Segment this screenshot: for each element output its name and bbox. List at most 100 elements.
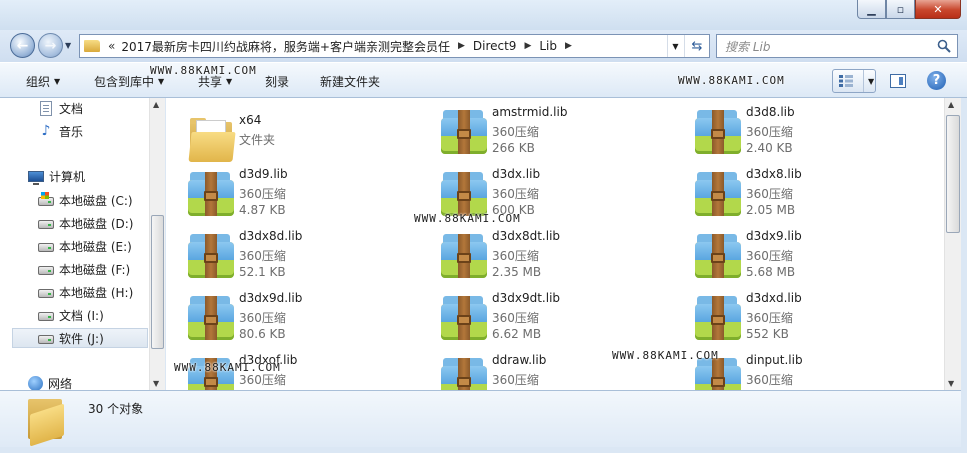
navigation-pane: 文档 ♪ 音乐 计算机 本地磁盘 (C:) 本地磁盘 (D:) 本地磁盘 (E:… [0, 98, 165, 390]
forward-arrow-icon: → [44, 37, 57, 54]
search-input[interactable]: 搜索 Lib [716, 34, 958, 58]
file-item[interactable]: x64 文件夹 [186, 110, 426, 168]
nav-item-drive-f[interactable]: 本地磁盘 (F:) [38, 259, 130, 279]
preview-pane-icon[interactable] [890, 74, 906, 88]
network-globe-icon [28, 375, 43, 390]
nav-scrollbar-thumb[interactable] [151, 215, 164, 349]
file-item[interactable]: d3dx8dt.lib 360压缩 2.35 MB [439, 226, 679, 284]
breadcrumb-item[interactable]: 2017最新房卡四川约战麻将，服务端+客户端亲测完整会员任 [121, 38, 450, 55]
folder-icon [28, 397, 64, 447]
file-name: d3dx9d.lib [239, 291, 303, 305]
address-history-dropdown[interactable]: ▼ [667, 35, 683, 57]
scroll-up-arrow-icon[interactable]: ▲ [153, 100, 159, 109]
file-type: 360压缩 [492, 125, 539, 139]
file-list-scrollbar[interactable]: ▲ ▼ [944, 98, 961, 390]
maximize-button[interactable]: ▫ [886, 0, 915, 19]
file-item[interactable]: d3dx8.lib 360压缩 2.05 MB [693, 164, 933, 222]
file-item[interactable]: d3d9.lib 360压缩 4.87 KB [186, 164, 426, 222]
watermark-text: WWW.88KAMI.COM [150, 64, 257, 77]
hard-drive-icon [38, 242, 54, 252]
breadcrumb-chevron-icon[interactable]: ▶ [565, 41, 572, 51]
refresh-button[interactable]: ⇆ [684, 35, 709, 57]
address-bar[interactable]: « 2017最新房卡四川约战麻将，服务端+客户端亲测完整会员任 ▶ Direct… [79, 34, 710, 58]
nav-item-computer[interactable]: 计算机 [28, 166, 85, 186]
file-size: 6.62 MB [492, 327, 542, 341]
hard-drive-icon [38, 265, 54, 275]
nav-item-label: 文档 [59, 101, 84, 116]
address-row: ← → ▼ « 2017最新房卡四川约战麻将，服务端+客户端亲测完整会员任 ▶ … [0, 30, 967, 62]
nav-item-label: 本地磁盘 (E:) [59, 239, 132, 254]
file-type: 360压缩 [239, 311, 286, 325]
scroll-down-arrow-icon[interactable]: ▼ [948, 379, 954, 388]
nav-item-drive-c[interactable]: 本地磁盘 (C:) [38, 190, 133, 210]
breadcrumb-overflow[interactable]: « [108, 39, 115, 53]
file-type: 360压缩 [492, 187, 539, 201]
nav-item-drive-h[interactable]: 本地磁盘 (H:) [38, 282, 133, 302]
file-item[interactable]: amstrmid.lib 360压缩 266 KB [439, 102, 679, 160]
file-name: d3dxd.lib [746, 291, 802, 305]
file-item[interactable]: d3dx9d.lib 360压缩 80.6 KB [186, 288, 426, 346]
file-type: 360压缩 [492, 311, 539, 325]
hard-drive-icon [38, 288, 54, 298]
file-list-scrollbar-thumb[interactable] [946, 115, 960, 233]
file-type: 360压缩 [492, 373, 539, 387]
file-name: amstrmid.lib [492, 105, 568, 119]
breadcrumb-item[interactable]: Direct9 [473, 39, 517, 53]
burn-button[interactable]: 刻录 [265, 73, 289, 90]
archive-icon [186, 232, 234, 280]
file-type: 360压缩 [239, 249, 286, 263]
recent-pages-dropdown[interactable]: ▼ [65, 41, 71, 50]
nav-item-drive-e[interactable]: 本地磁盘 (E:) [38, 236, 132, 256]
file-item[interactable]: d3dx9dt.lib 360压缩 6.62 MB [439, 288, 679, 346]
view-dropdown-arrow-icon[interactable]: ▼ [863, 70, 874, 92]
forward-button[interactable]: → [38, 33, 63, 58]
close-button[interactable]: ✕ [915, 0, 961, 19]
file-item[interactable]: d3d8.lib 360压缩 2.40 KB [693, 102, 933, 160]
file-size: 52.1 KB [239, 265, 286, 279]
search-icon[interactable] [937, 39, 951, 53]
window-controls: ▁ ▫ ✕ [857, 0, 961, 19]
hard-drive-icon [38, 219, 54, 229]
help-icon[interactable]: ? [927, 71, 946, 90]
nav-item-documents[interactable]: 文档 [38, 98, 83, 118]
nav-item-label: 软件 (J:) [59, 331, 104, 346]
file-item[interactable]: d3dxd.lib 360压缩 552 KB [693, 288, 933, 346]
file-item[interactable]: dinput.lib 360压缩 [693, 350, 933, 390]
file-size: 2.05 MB [746, 203, 796, 217]
minimize-button[interactable]: ▁ [857, 0, 886, 19]
file-name: ddraw.lib [492, 353, 547, 367]
details-pane: 30 个对象 [0, 390, 961, 447]
scroll-down-arrow-icon[interactable]: ▼ [153, 379, 159, 388]
breadcrumb-chevron-icon[interactable]: ▶ [524, 41, 531, 51]
nav-scrollbar[interactable]: ▲ ▼ [149, 98, 165, 390]
breadcrumb-item[interactable]: Lib [539, 39, 557, 53]
nav-item-network[interactable]: 网络 [28, 373, 72, 390]
file-size: 80.6 KB [239, 327, 286, 341]
nav-item-label: 网络 [48, 376, 73, 391]
file-name: d3d8.lib [746, 105, 795, 119]
change-view-button[interactable]: ▼ [832, 69, 876, 93]
back-button[interactable]: ← [10, 33, 35, 58]
nav-item-drive-d[interactable]: 本地磁盘 (D:) [38, 213, 133, 233]
nav-item-music[interactable]: ♪ 音乐 [38, 121, 83, 141]
scroll-up-arrow-icon[interactable]: ▲ [948, 100, 954, 109]
file-name: d3dx8dt.lib [492, 229, 561, 243]
back-arrow-icon: ← [16, 37, 29, 54]
organize-label: 组织 [26, 75, 51, 89]
file-type: 360压缩 [746, 249, 793, 263]
nav-item-drive-j[interactable]: 软件 (J:) [12, 328, 148, 348]
file-size: 2.35 MB [492, 265, 542, 279]
nav-item-label: 本地磁盘 (D:) [59, 216, 134, 231]
file-type: 360压缩 [746, 125, 793, 139]
nav-item-drive-i[interactable]: 文档 (I:) [38, 305, 104, 325]
organize-button[interactable]: 组织 ▼ [26, 73, 60, 90]
file-item[interactable]: d3dx9.lib 360压缩 5.68 MB [693, 226, 933, 284]
file-name: x64 [239, 113, 262, 127]
file-item[interactable]: d3dx8d.lib 360压缩 52.1 KB [186, 226, 426, 284]
folder-icon [84, 40, 100, 52]
dropdown-arrow-icon: ▼ [54, 77, 61, 86]
breadcrumb-chevron-icon[interactable]: ▶ [458, 41, 465, 51]
file-list: x64 文件夹 amstrmid.lib 360压缩 266 KB d3d8.l… [166, 98, 944, 390]
new-folder-button[interactable]: 新建文件夹 [320, 73, 380, 90]
archive-icon [439, 356, 487, 390]
